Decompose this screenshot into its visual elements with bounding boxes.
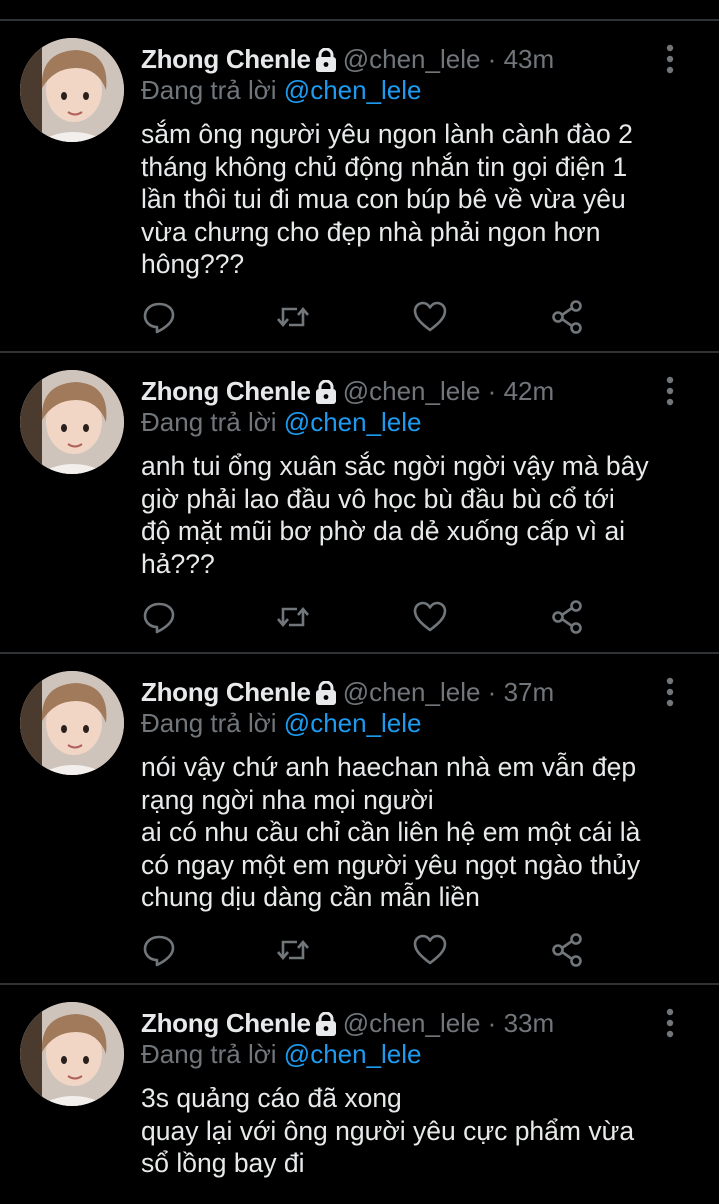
avatar-photo — [20, 38, 124, 142]
replying-to-label: Đang trả lời — [141, 1039, 277, 1069]
avatar[interactable] — [20, 370, 124, 474]
author-name[interactable]: Zhong Chenle — [141, 44, 311, 74]
replying-to-label: Đang trả lời — [141, 708, 277, 738]
tweet-text: sắm ông người yêu ngon lành cành đào 2 t… — [141, 119, 633, 279]
tweet[interactable]: Zhong Chenle @chen_lele · 33m Đang trả lờ… — [0, 985, 719, 1204]
tweet[interactable]: Zhong Chenle @chen_lele · 37m Đang trả lờ… — [0, 654, 719, 985]
replying-to-handle[interactable]: @chen_lele — [284, 1039, 422, 1069]
avatar[interactable] — [20, 1002, 124, 1106]
separator-dot: · — [487, 376, 497, 406]
tweet-actions — [141, 932, 591, 972]
timestamp[interactable]: 43m — [504, 44, 555, 74]
timestamp[interactable]: 37m — [504, 677, 555, 707]
tweet[interactable]: Zhong Chenle @chen_lele · 42m Đang trả lờ… — [0, 353, 719, 654]
timestamp[interactable]: 33m — [504, 1008, 555, 1038]
heart-icon[interactable] — [412, 932, 448, 968]
avatar-photo — [20, 370, 124, 474]
separator-dot: · — [487, 677, 497, 707]
author-name[interactable]: Zhong Chenle — [141, 1008, 311, 1038]
avatar-photo — [20, 1002, 124, 1106]
author-handle[interactable]: @chen_lele — [343, 376, 481, 406]
reply-icon[interactable] — [141, 299, 177, 335]
replying-to: Đang trả lời @chen_lele — [141, 706, 422, 740]
separator-dot: · — [487, 1008, 497, 1038]
replying-to-label: Đang trả lời — [141, 75, 277, 105]
share-icon[interactable] — [549, 599, 585, 635]
author-name[interactable]: Zhong Chenle — [141, 677, 311, 707]
separator-dot: · — [487, 44, 497, 74]
author-handle[interactable]: @chen_lele — [343, 677, 481, 707]
author-handle[interactable]: @chen_lele — [343, 1008, 481, 1038]
reply-icon[interactable] — [141, 932, 177, 968]
retweet-icon[interactable] — [275, 599, 311, 635]
replying-to-handle[interactable]: @chen_lele — [284, 708, 422, 738]
replying-to: Đang trả lời @chen_lele — [141, 405, 422, 439]
replying-to: Đang trả lời @chen_lele — [141, 73, 422, 107]
tweet-header: Zhong Chenle @chen_lele · 33m — [141, 1005, 659, 1041]
replying-to-handle[interactable]: @chen_lele — [284, 75, 422, 105]
retweet-icon[interactable] — [275, 932, 311, 968]
avatar[interactable] — [20, 671, 124, 775]
more-vertical-icon[interactable] — [665, 1008, 675, 1038]
avatar[interactable] — [20, 38, 124, 142]
tweet[interactable]: Zhong Chenle @chen_lele · 43m Đang trả lờ… — [0, 21, 719, 353]
heart-icon[interactable] — [412, 599, 448, 635]
share-icon[interactable] — [549, 932, 585, 968]
tweet-header: Zhong Chenle @chen_lele · 43m — [141, 41, 659, 77]
tweet-actions — [141, 299, 591, 339]
reply-icon[interactable] — [141, 599, 177, 635]
tweet-text: anh tui ổng xuân sắc ngời ngời vậy mà bâ… — [141, 451, 649, 579]
retweet-icon[interactable] — [275, 299, 311, 335]
timestamp[interactable]: 42m — [504, 376, 555, 406]
avatar-photo — [20, 671, 124, 775]
replying-to-label: Đang trả lời — [141, 407, 277, 437]
replying-to: Đang trả lời @chen_lele — [141, 1037, 422, 1071]
tweet-header: Zhong Chenle @chen_lele · 42m — [141, 373, 659, 409]
author-name[interactable]: Zhong Chenle — [141, 376, 311, 406]
heart-icon[interactable] — [412, 299, 448, 335]
author-handle[interactable]: @chen_lele — [343, 44, 481, 74]
tweet-header: Zhong Chenle @chen_lele · 37m — [141, 674, 659, 710]
more-vertical-icon[interactable] — [665, 677, 675, 707]
more-vertical-icon[interactable] — [665, 44, 675, 74]
tweet-text: nói vậy chứ anh haechan nhà em vẫn đẹp r… — [141, 752, 641, 912]
tweet-text: 3s quảng cáo đã xong quay lại với ông ng… — [141, 1083, 635, 1178]
tweet-actions — [141, 599, 591, 639]
share-icon[interactable] — [549, 299, 585, 335]
replying-to-handle[interactable]: @chen_lele — [284, 407, 422, 437]
more-vertical-icon[interactable] — [665, 376, 675, 406]
